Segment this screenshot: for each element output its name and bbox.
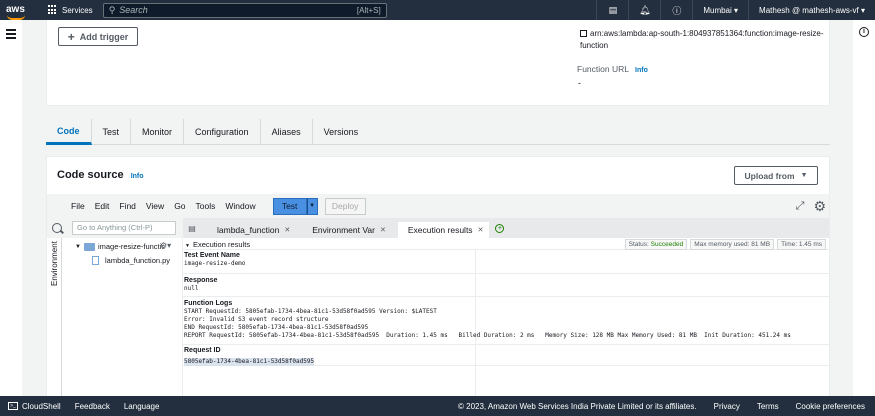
environment-label: Environment [50, 241, 59, 286]
footer-bar: >_ CloudShell Feedback Language © 2023, … [0, 396, 875, 416]
function-url-label: Function URL Info [577, 64, 648, 74]
menu-find[interactable]: Find [119, 201, 136, 211]
bell-icon[interactable]: 🔔︎ [628, 0, 660, 20]
execution-results-header[interactable]: ▼ Execution results [185, 240, 250, 249]
tab-versions[interactable]: Versions [313, 119, 370, 145]
time-badge: Time: 1.45 ms [777, 239, 826, 250]
function-url-value: - [578, 78, 581, 88]
tab-code[interactable]: Code [46, 119, 92, 145]
close-icon[interactable]: ✕ [380, 226, 386, 234]
function-tabs: Code Test Monitor Configuration Aliases … [46, 119, 830, 145]
ide-sidebar-search: Go to Anything (Ctrl-P) [47, 218, 183, 238]
ide-menubar: File Edit Find View Go Tools Window Test… [47, 194, 829, 218]
python-file-icon [92, 256, 99, 265]
search-icon [52, 223, 62, 233]
tab-monitor[interactable]: Monitor [131, 119, 185, 145]
close-icon[interactable]: ✕ [284, 226, 290, 234]
fullscreen-icon[interactable]: ⤢ [796, 200, 805, 213]
help-icon[interactable]: ⓘ [660, 0, 692, 20]
status-badge: Status: Succeeded [624, 239, 688, 250]
file-tab-execution-results[interactable]: Execution results ✕ [397, 222, 490, 238]
deploy-button[interactable]: Deploy [324, 197, 366, 215]
caret-down-icon: ▼ [800, 172, 808, 179]
gear-icon[interactable]: ⚙▾ [160, 241, 171, 250]
cloudshell-link[interactable]: CloudShell [22, 402, 61, 411]
privacy-link[interactable]: Privacy [714, 402, 740, 411]
plus-icon: + [67, 29, 75, 44]
close-icon[interactable]: ✕ [478, 226, 484, 234]
tab-menu-icon[interactable]: ▤ [183, 218, 201, 238]
environment-side-tab[interactable]: Environment [47, 238, 62, 397]
ide-file-tree: Environment ▼ image-resize-functic ⚙▾ la… [47, 238, 183, 397]
cookie-preferences-link[interactable]: Cookie preferences [796, 402, 865, 411]
add-trigger-button[interactable]: + Add trigger [58, 27, 138, 46]
menu-tools[interactable]: Tools [196, 201, 216, 211]
aws-logo[interactable]: aws [6, 5, 36, 20]
feedback-link[interactable]: Feedback [75, 402, 110, 411]
test-event-block: Test Event Name image-resize-demo [183, 251, 829, 274]
ide-tab-bar: ▤ lambda_function ✕ Environment Var ✕ Exec… [183, 218, 829, 238]
terms-link[interactable]: Terms [757, 402, 779, 411]
triangle-down-icon: ▼ [185, 243, 190, 249]
hamburger-menu-icon[interactable] [6, 29, 16, 41]
search-input[interactable]: ⚲ Search [Alt+S] [102, 2, 387, 18]
gear-icon[interactable]: ⚙ [813, 198, 826, 215]
tree-file[interactable]: lambda_function.py [92, 256, 170, 265]
tree-folder[interactable]: ▼ image-resize-functic [75, 242, 165, 251]
goto-anything-input[interactable]: Go to Anything (Ctrl-P) [72, 221, 176, 235]
copy-icon[interactable] [580, 30, 587, 37]
response-block: Response null [183, 276, 829, 297]
tab-test[interactable]: Test [92, 119, 132, 145]
info-panel-icon[interactable]: i [859, 27, 869, 37]
copyright-text: © 2023, Amazon Web Services India Privat… [458, 401, 697, 411]
language-link[interactable]: Language [124, 402, 160, 411]
memory-badge: Max memory used: 81 MB [690, 239, 775, 250]
function-url-info-link[interactable]: Info [635, 67, 648, 74]
test-dropdown-button[interactable]: ▼ [306, 197, 318, 215]
function-arn: arn:aws:lambda:ap-south-1:804937851364:f… [580, 29, 824, 50]
function-logs-block: Function Logs START RequestId: 5805efab-… [183, 299, 829, 345]
menu-file[interactable]: File [71, 201, 85, 211]
code-source-title: Code source Info [57, 169, 144, 181]
add-tab-icon[interactable]: + [495, 224, 505, 233]
menu-edit[interactable]: Edit [95, 201, 110, 211]
code-source-panel: Code source Info Upload from ▼ File Edit… [46, 156, 830, 397]
function-overview-panel: + Add trigger arn:aws:lambda:ap-south-1:… [46, 20, 830, 106]
tab-configuration[interactable]: Configuration [184, 119, 261, 145]
region-selector[interactable]: Mumbai ▾ [692, 0, 748, 20]
menu-go[interactable]: Go [174, 201, 185, 211]
cloudshell-icon[interactable]: ▤ [596, 0, 628, 20]
menu-view[interactable]: View [146, 201, 164, 211]
test-button[interactable]: Test [272, 197, 307, 215]
execution-results: ▼ Execution results Status: Succeeded Max… [183, 238, 829, 397]
menu-window[interactable]: Window [225, 201, 255, 211]
upload-from-button[interactable]: Upload from ▼ [734, 166, 818, 185]
search-placeholder: Search [119, 5, 148, 15]
search-icon: ⚲ [108, 4, 116, 15]
triangle-down-icon: ▼ [75, 243, 81, 250]
top-navigation-bar: aws Services ⚲ Search [Alt+S] ▤ 🔔︎ ⓘ Mum… [0, 0, 875, 20]
left-rail [0, 20, 22, 396]
grid-icon [48, 5, 58, 15]
services-menu[interactable]: Services [48, 5, 93, 15]
code-source-info-link[interactable]: Info [131, 173, 144, 180]
account-menu[interactable]: Mathesh @ mathesh-aws-vf ▾ [748, 0, 875, 20]
folder-icon [83, 242, 95, 251]
search-shortcut: [Alt+S] [356, 5, 381, 15]
cloudshell-icon: >_ [8, 402, 18, 410]
caret-down-icon: ▼ [309, 203, 316, 209]
services-label: Services [62, 5, 93, 15]
tab-aliases[interactable]: Aliases [261, 119, 313, 145]
right-rail: i [853, 20, 875, 396]
request-id-block: Request ID 5805efab-1734-4bea-81c1-53d58… [183, 346, 829, 366]
file-tab-environment-variables[interactable]: Environment Var ✕ [302, 222, 392, 238]
file-tab-lambda-function[interactable]: lambda_function ✕ [207, 222, 296, 238]
